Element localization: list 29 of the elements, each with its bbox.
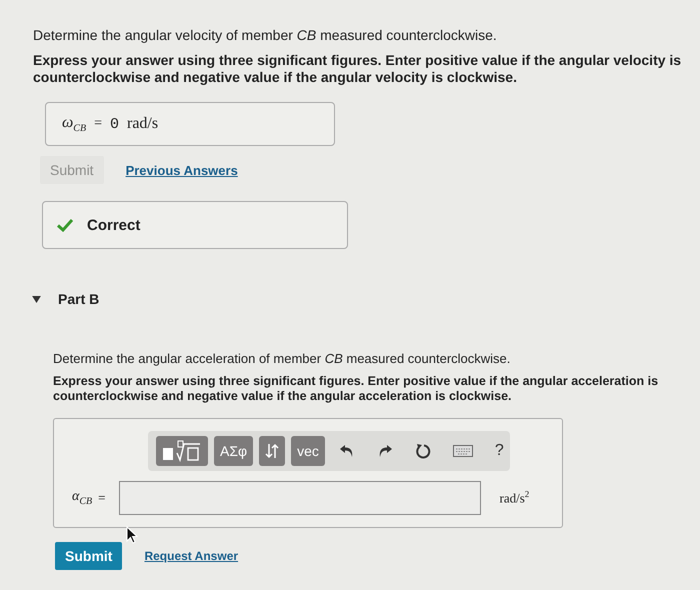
question-text: Determine the angular velocity of member CB measured counterclockwise. xyxy=(33,27,498,43)
symbol-button[interactable]: ΑΣφ xyxy=(214,436,254,466)
templates-button[interactable] xyxy=(156,436,208,466)
request-answer-link[interactable]: Request Answer xyxy=(144,549,238,563)
variable-label: α$_{CB}$ xyxy=(72,489,92,507)
previous-answers-link[interactable]: Previous Answers xyxy=(126,162,238,178)
feedback-text: Correct xyxy=(87,216,140,234)
answer-value: 0 xyxy=(110,116,119,132)
answer-input[interactable] xyxy=(119,481,482,515)
instructions-text: Express your answer using three significant figures. Enter positive value if the angular velocity is counterclockwise and negative value if the angular velocity is clockwise. xyxy=(33,52,682,86)
unit-label: rad/s$^{2}$ xyxy=(499,489,530,507)
keyboard-icon xyxy=(452,445,473,457)
symbol-button[interactable]: vec xyxy=(291,436,325,466)
part-title[interactable]: Part B xyxy=(58,291,100,307)
circular-arrow-icon xyxy=(414,443,431,459)
equals-sign: = xyxy=(98,490,106,506)
undo-arrow-icon xyxy=(338,444,355,458)
instructions-text: Express your answer using three significant figures. Enter positive value if the angular acceleration is counterclockwise and negative value if the angular acceleration is clockwise. xyxy=(53,374,660,404)
help-button[interactable]: ? xyxy=(486,436,512,466)
mouse-pointer-icon xyxy=(126,526,138,544)
arrows-button[interactable] xyxy=(259,436,286,466)
caret-down-icon[interactable] xyxy=(32,296,41,302)
root-template-icon xyxy=(162,440,202,462)
question-text: Determine the angular acceleration of member CB measured counterclockwise. xyxy=(53,351,512,366)
up-down-arrows-icon xyxy=(265,443,280,459)
submit-button[interactable]: Submit xyxy=(55,542,122,570)
equals-sign: = xyxy=(94,116,102,132)
variable-label: ω$_{CB}$ xyxy=(62,114,86,134)
unit-label: rad/s xyxy=(127,115,158,133)
